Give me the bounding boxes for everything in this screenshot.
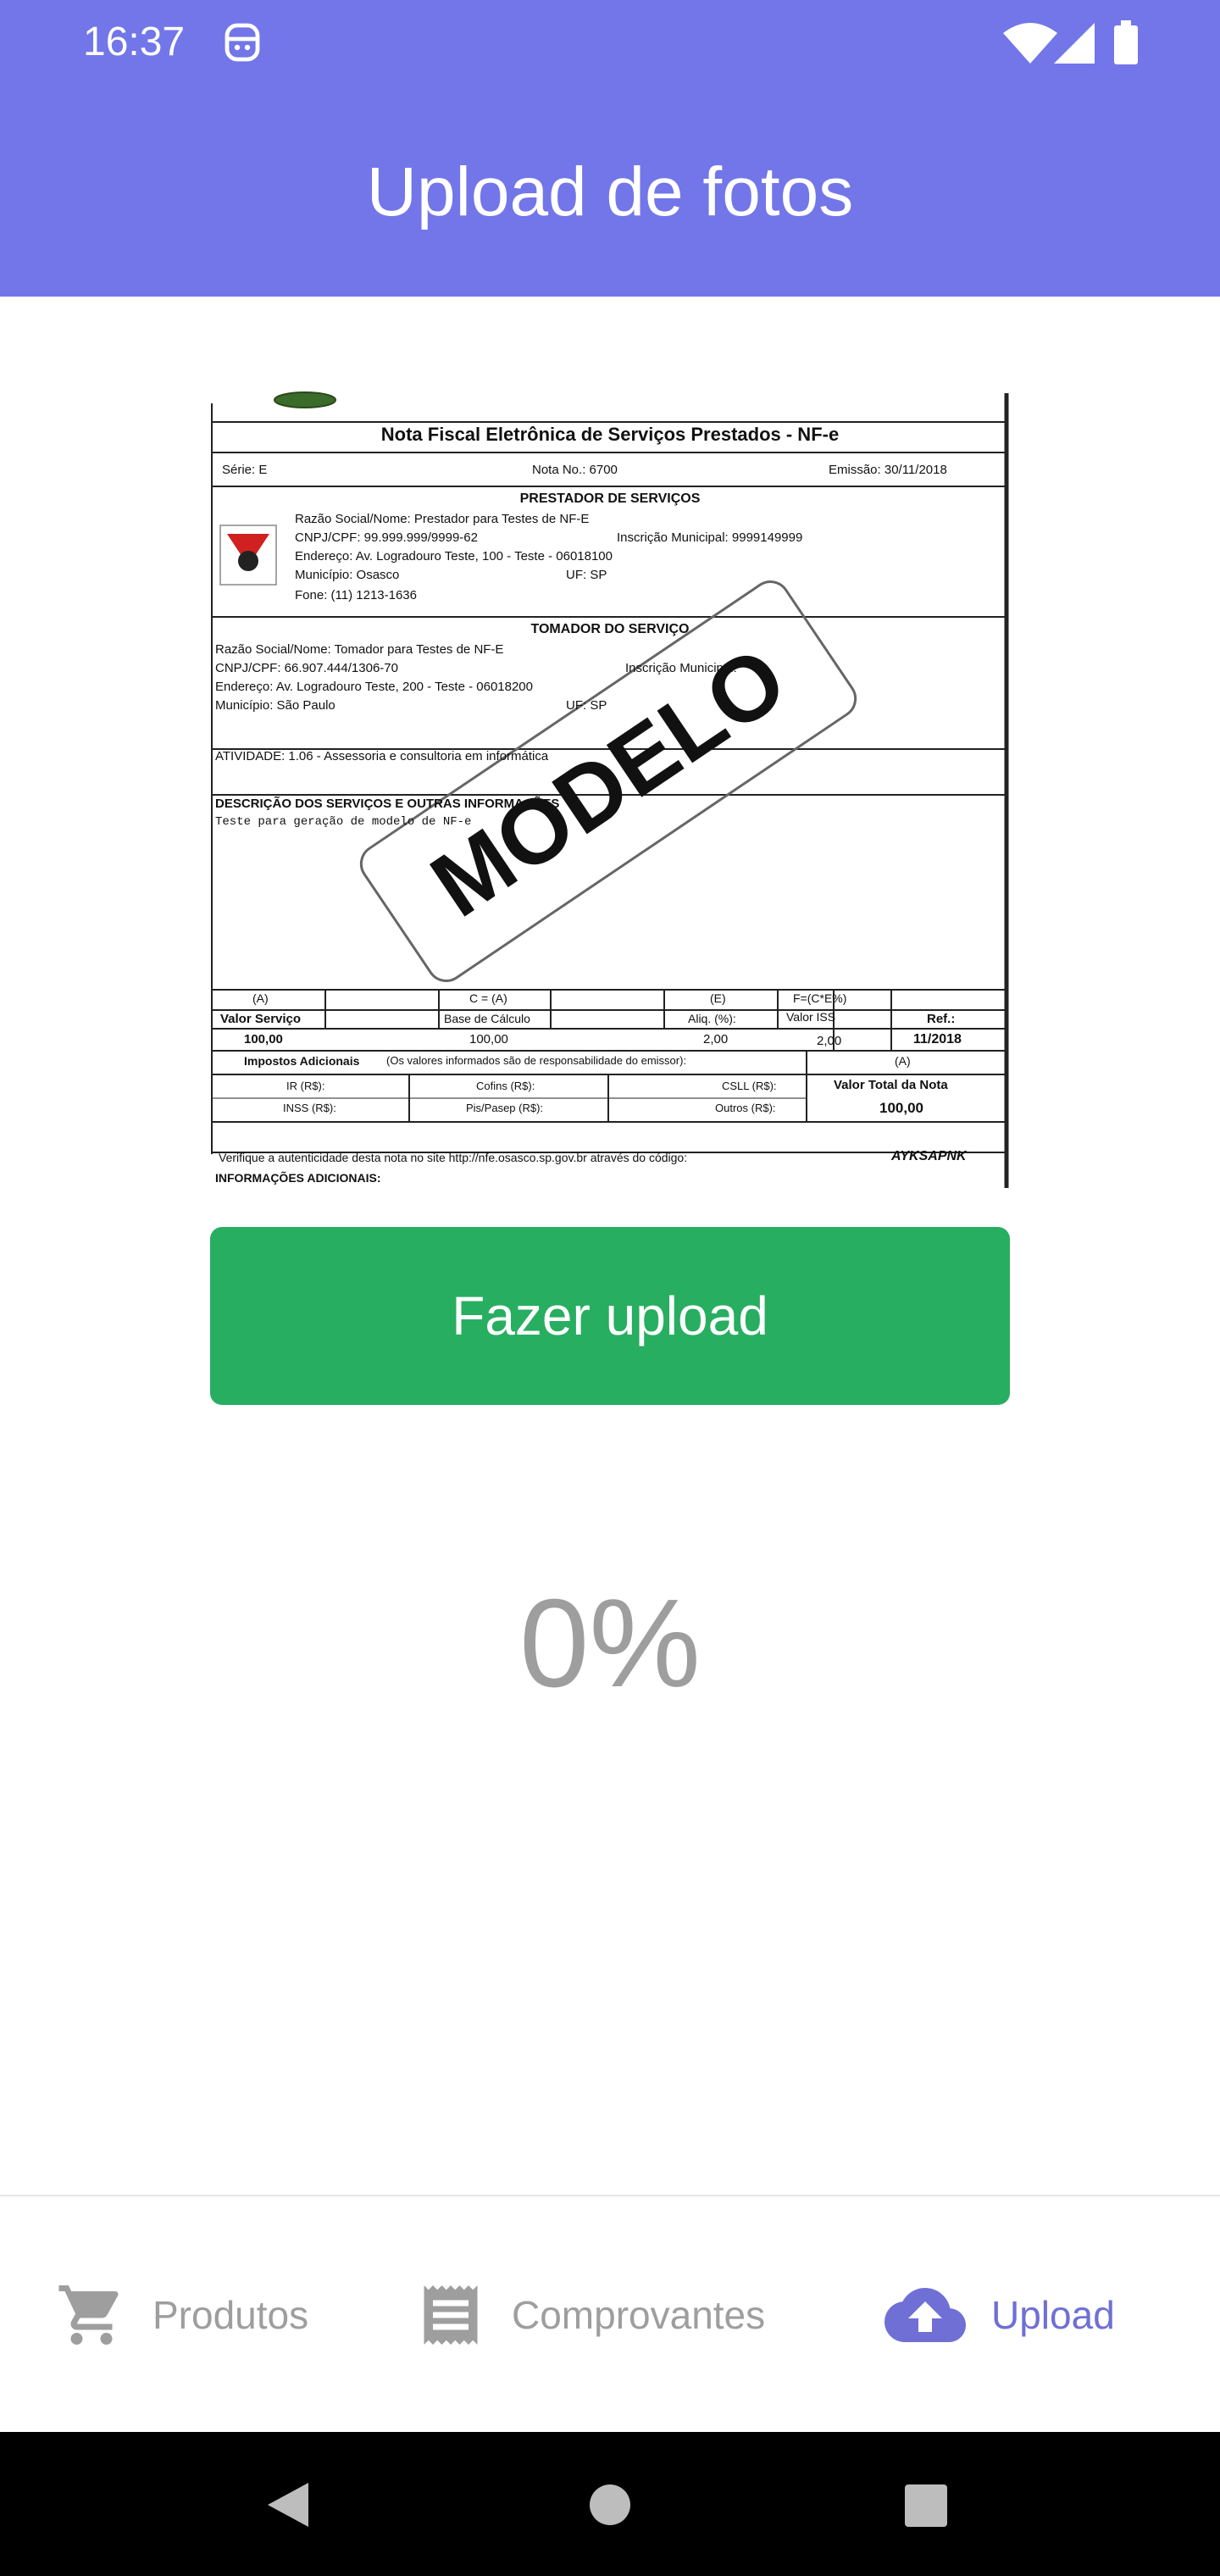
doc-emissao: Emissão: 30/11/2018 xyxy=(829,463,947,477)
prestador-cnpj: CNPJ/CPF: 99.999.999/9999-62 xyxy=(295,530,478,545)
tomador-cnpj: CNPJ/CPF: 66.907.444/1306-70 xyxy=(215,661,398,675)
base-calculo-label: Base de Cálculo xyxy=(444,1012,530,1025)
impostos-a: (A) xyxy=(895,1054,911,1068)
nav-item-produtos[interactable]: Produtos xyxy=(56,2196,308,2434)
col-e: (E) xyxy=(710,991,726,1005)
status-time: 16:37 xyxy=(83,19,186,64)
nav-label-produtos: Produtos xyxy=(152,2293,309,2337)
tomador-municipio: Município: São Paulo xyxy=(215,698,336,713)
atividade: ATIVIDADE: 1.06 - Assessoria e consultor… xyxy=(215,749,549,763)
valor-total-value: 100,00 xyxy=(879,1100,923,1116)
signal-icon xyxy=(1054,23,1095,64)
base-calculo-value: 100,00 xyxy=(469,1032,508,1046)
col-c: C = (A) xyxy=(469,991,507,1005)
cloud-upload-icon xyxy=(884,2288,966,2342)
bottom-navigation: Produtos Comprovantes Upload xyxy=(0,2195,1220,2432)
nav-item-comprovantes[interactable]: Comprovantes xyxy=(415,2196,765,2434)
doc-title: Nota Fiscal Eletrônica de Serviços Prest… xyxy=(380,424,840,445)
verifique-text: Verifique a autenticidade desta nota no … xyxy=(219,1151,688,1164)
prestador-uf: UF: SP xyxy=(566,568,607,582)
doc-serie: Série: E xyxy=(222,463,268,477)
valor-iss-value: 2,00 xyxy=(817,1034,842,1048)
valor-servico-label: Valor Serviço xyxy=(220,1012,302,1026)
receipt-icon xyxy=(424,2285,478,2345)
face-unlock-icon xyxy=(225,23,260,62)
upload-button[interactable]: Fazer upload xyxy=(210,1227,1010,1405)
valor-servico-value: 100,00 xyxy=(244,1032,283,1046)
tomador-endereco: Endereço: Av. Logradouro Teste, 200 - Te… xyxy=(215,680,533,694)
shopping-cart-icon xyxy=(58,2285,119,2345)
descricao-text: Teste para geração de modelo de NF-e xyxy=(215,815,472,829)
prestador-endereco: Endereço: Av. Logradouro Teste, 100 - Te… xyxy=(295,549,613,564)
impostos-note: (Os valores informados são de responsabi… xyxy=(386,1054,687,1067)
app-bar: Upload de fotos xyxy=(0,85,1220,297)
pis-label: Pis/Pasep (R$): xyxy=(466,1102,544,1114)
home-icon[interactable] xyxy=(588,2483,632,2527)
prestador-fone: Fone: (11) 1213-1636 xyxy=(295,588,417,602)
battery-icon xyxy=(1114,20,1138,64)
nav-label-comprovantes: Comprovantes xyxy=(512,2293,766,2337)
wifi-icon xyxy=(1003,23,1057,64)
tomador-uf: UF: SP xyxy=(566,698,607,713)
back-icon[interactable] xyxy=(264,2479,312,2530)
verification-code: AYKSAPNK xyxy=(891,1149,967,1163)
cofins-label: Cofins (R$): xyxy=(476,1080,535,1092)
status-bar: 16:37 xyxy=(0,0,1220,85)
page-title: Upload de fotos xyxy=(366,153,854,230)
tomador-razao: Razão Social/Nome: Tomador para Testes d… xyxy=(215,642,504,657)
ir-label: IR (R$): xyxy=(286,1080,325,1092)
ref-label: Ref.: xyxy=(927,1012,956,1026)
recents-icon[interactable] xyxy=(905,2484,947,2527)
nav-label-upload: Upload xyxy=(991,2293,1115,2337)
prestador-im: Inscrição Municipal: 9999149999 xyxy=(617,530,803,545)
system-navigation-bar xyxy=(0,2432,1220,2576)
csll-label: CSLL (R$): xyxy=(722,1080,777,1092)
valor-total-label: Valor Total da Nota xyxy=(834,1078,948,1092)
prestador-logo xyxy=(219,525,277,586)
inss-label: INSS (R$): xyxy=(283,1102,336,1114)
impostos-label: Impostos Adicionais xyxy=(244,1054,360,1068)
info-adicionais: INFORMAÇÕES ADICIONAIS: xyxy=(215,1171,381,1185)
prestador-razao: Razão Social/Nome: Prestador para Testes… xyxy=(295,512,590,526)
tomador-header: TOMADOR DO SERVIÇO xyxy=(530,622,690,636)
valor-iss-label: Valor ISS xyxy=(786,1010,836,1024)
upload-progress-text: 0% xyxy=(519,1574,701,1713)
prestador-header: PRESTADOR DE SERVIÇOS xyxy=(519,491,701,506)
doc-nota: Nota No.: 6700 xyxy=(532,463,618,477)
ref-value: 11/2018 xyxy=(913,1032,962,1046)
col-f: F=(C*E%) xyxy=(793,991,847,1005)
col-a: (A) xyxy=(252,991,269,1005)
outros-label: Outros (R$): xyxy=(715,1102,776,1114)
prestador-municipio: Município: Osasco xyxy=(295,568,400,582)
aliq-label: Aliq. (%): xyxy=(688,1012,736,1025)
nav-item-upload[interactable]: Upload xyxy=(884,2196,1115,2434)
aliq-value: 2,00 xyxy=(703,1032,729,1046)
invoice-photo-preview: Nota Fiscal Eletrônica de Serviços Prest… xyxy=(210,391,1010,1190)
